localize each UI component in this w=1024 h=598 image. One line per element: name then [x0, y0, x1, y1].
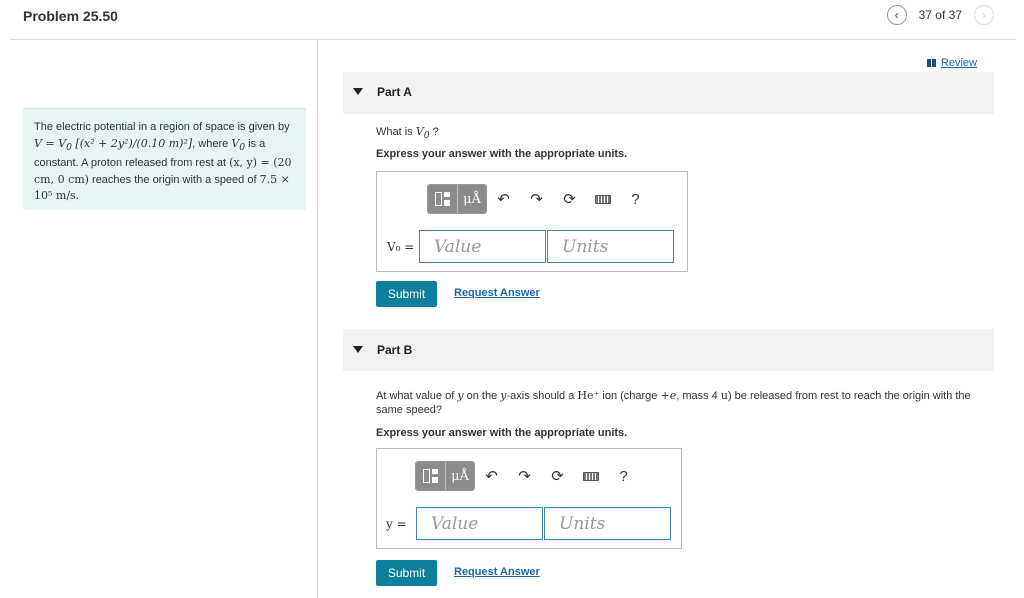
units-button[interactable]: μÅ: [445, 462, 474, 490]
part-b-question: At what value of y on the y-axis should …: [376, 389, 971, 416]
review-link[interactable]: Review: [926, 57, 977, 69]
answer-row: y = Value Units: [386, 507, 671, 540]
reset-icon[interactable]: ⟳: [541, 461, 574, 491]
problem-text-4: reaches the origin with a speed of: [88, 173, 260, 186]
review-label: Review: [940, 57, 977, 69]
collapse-triangle-icon[interactable]: [353, 88, 363, 95]
math-toolbar: μÅ ↶ ↷ ⟳ ?: [427, 184, 677, 214]
book-icon: [926, 59, 937, 67]
math-toolbar: μÅ ↶ ↷ ⟳ ?: [415, 461, 665, 491]
part-a-label: Part A: [377, 85, 412, 99]
problem-statement: The electric potential in a region of sp…: [23, 108, 306, 210]
help-icon[interactable]: ?: [619, 184, 652, 214]
part-b-header[interactable]: Part B: [343, 329, 994, 371]
page-count: 37 of 37: [918, 8, 962, 22]
answer-row: V₀ = Value Units: [387, 230, 674, 263]
templates-icon: [434, 192, 451, 206]
part-b-label: Part B: [377, 343, 413, 357]
next-icon[interactable]: ›: [974, 5, 994, 25]
header-divider: [10, 39, 1016, 40]
undo-icon[interactable]: ↶: [475, 461, 508, 491]
units-input[interactable]: Units: [544, 507, 671, 540]
undo-icon[interactable]: ↶: [487, 184, 520, 214]
reset-icon[interactable]: ⟳: [553, 184, 586, 214]
value-input[interactable]: Value: [419, 230, 546, 263]
collapse-triangle-icon[interactable]: [353, 346, 363, 353]
problem-text-2: , where: [192, 137, 232, 150]
templates-button[interactable]: [416, 462, 445, 490]
units-input[interactable]: Units: [547, 230, 674, 263]
part-a-submit-button[interactable]: Submit: [376, 281, 437, 307]
template-group: μÅ: [415, 461, 475, 491]
column-divider: [317, 40, 318, 598]
pagination: ‹ 37 of 37 ›: [886, 5, 994, 25]
part-b-submit-button[interactable]: Submit: [376, 560, 437, 586]
redo-icon[interactable]: ↷: [508, 461, 541, 491]
v0-symbol: V0: [231, 136, 246, 153]
part-b-request-answer-link[interactable]: Request Answer: [454, 566, 540, 578]
answer-label: V₀ =: [387, 239, 415, 254]
potential-equation: V = V0 [(x² + 2y²)/(0.10 m)²]: [34, 136, 193, 153]
templates-button[interactable]: [428, 185, 457, 213]
top-bar: Problem 25.50 ‹ 37 of 37 ›: [0, 0, 1024, 40]
part-a-answer-box: μÅ ↶ ↷ ⟳ ? V₀ = Value Units: [376, 171, 688, 272]
units-button[interactable]: μÅ: [457, 185, 486, 213]
part-a-request-answer-link[interactable]: Request Answer: [454, 287, 540, 299]
part-b-instruction: Express your answer with the appropriate…: [376, 427, 628, 439]
part-a-header[interactable]: Part A: [343, 72, 994, 114]
page-title: Problem 25.50: [23, 8, 118, 24]
part-b-answer-box: μÅ ↶ ↷ ⟳ ? y = Value Units: [376, 448, 682, 549]
previous-icon[interactable]: ‹: [886, 5, 907, 25]
templates-icon: [422, 469, 439, 483]
part-a-question: What is V0 ?: [376, 125, 439, 142]
redo-icon[interactable]: ↷: [520, 184, 553, 214]
template-group: μÅ: [427, 184, 487, 214]
help-icon[interactable]: ?: [607, 461, 640, 491]
part-a-instruction: Express your answer with the appropriate…: [376, 148, 628, 160]
value-input[interactable]: Value: [416, 507, 543, 540]
answer-label: y =: [386, 516, 407, 531]
keyboard-icon[interactable]: [586, 184, 619, 214]
problem-text-1: The electric potential in a region of sp…: [34, 121, 290, 133]
keyboard-icon[interactable]: [574, 461, 607, 491]
